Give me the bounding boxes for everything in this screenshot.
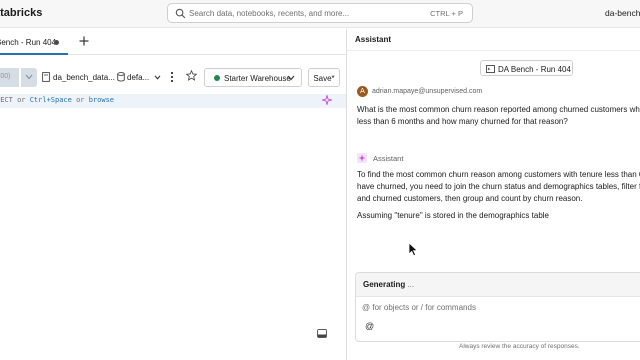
plus-icon: [79, 36, 89, 46]
run-options-button[interactable]: [21, 68, 37, 87]
results-panel-toggle[interactable]: [317, 329, 327, 340]
search-placeholder: Search data, notebooks, recents, and mor…: [189, 9, 350, 18]
tab-label: Bench - Run 404: [0, 38, 57, 47]
assistant-answer: To find the most common churn reason amo…: [357, 170, 640, 203]
chevron-down-icon: [25, 74, 33, 80]
database-icon: [117, 72, 125, 82]
assistant-panel: Assistant DA Bench - Run 404 A adrian.ma…: [347, 29, 640, 360]
catalog-label: da_bench_data...: [53, 73, 115, 82]
run-button[interactable]: (00): [0, 68, 19, 87]
editor-hint: LECT or Ctrl+Space or browse: [0, 96, 114, 104]
hint-shortcut: Ctrl+Space: [29, 96, 72, 104]
unsaved-dot-icon: [54, 40, 59, 45]
warehouse-status-icon: [214, 75, 220, 81]
kebab-icon: [170, 71, 174, 83]
assistant-name: Assistant: [373, 154, 404, 163]
avatar: A: [357, 86, 368, 97]
assistant-composer: Generating ... @: [355, 272, 640, 342]
mention-button[interactable]: @: [365, 321, 374, 331]
generating-text: Generating: [363, 280, 406, 289]
assistant-answer-followup: Assuming "tenure" is stored in the demog…: [357, 211, 550, 220]
query-toolbar: (00) da_bench_data... defa... Starter Wa…: [0, 64, 346, 90]
generating-label: Generating ...: [363, 280, 414, 289]
context-chip-label: DA Bench - Run 404: [498, 65, 571, 74]
hint-or: or: [12, 96, 30, 104]
sparkle-icon: [358, 154, 366, 162]
assistant-input[interactable]: [362, 303, 640, 312]
warehouse-label: Starter Warehouse: [224, 74, 291, 83]
schema-selector[interactable]: defa...: [117, 72, 161, 82]
hint-or: or: [71, 96, 89, 104]
context-chip[interactable]: DA Bench - Run 404: [480, 60, 573, 76]
sql-editor[interactable]: LECT or Ctrl+Space or browse: [0, 93, 346, 109]
disclaimer: Always review the accuracy of responses.: [459, 343, 580, 350]
favorite-button[interactable]: [185, 69, 198, 84]
mouse-cursor-icon: [408, 242, 419, 259]
warehouse-selector[interactable]: Starter Warehouse: [204, 68, 302, 87]
assistant-inline-button[interactable]: [320, 93, 334, 109]
sparkle-icon: [320, 93, 334, 107]
catalog-selector[interactable]: da_bench_data...: [42, 72, 115, 82]
generating-dots: ...: [405, 280, 415, 289]
chevron-down-icon: [155, 75, 161, 80]
chevron-down-icon: [287, 75, 295, 81]
brand-logo[interactable]: atabricks: [0, 7, 42, 19]
top-bar: atabricks Search data, notebooks, recent…: [0, 0, 640, 28]
query-tab-strip: Bench - Run 404: [0, 29, 346, 55]
notebook-icon: [42, 72, 50, 82]
search-shortcut: CTRL + P: [430, 9, 463, 18]
divider: [347, 50, 640, 51]
star-icon: [185, 69, 198, 81]
generating-status: Generating ...: [356, 273, 640, 297]
more-options-button[interactable]: [170, 71, 174, 85]
notebook-icon: [486, 65, 495, 73]
save-button[interactable]: Save*: [308, 68, 340, 87]
add-tab-button[interactable]: [79, 35, 89, 48]
schema-label: defa...: [127, 73, 150, 82]
hint-browse-link[interactable]: browse: [89, 96, 114, 104]
assistant-title: Assistant: [355, 35, 392, 44]
assistant-avatar: [357, 153, 367, 163]
user-email: adrian.mapaye@unsupervised.com: [372, 88, 483, 95]
global-search[interactable]: Search data, notebooks, recents, and mor…: [167, 3, 473, 23]
hint-keyword: LECT: [0, 96, 13, 104]
panel-toggle-icon: [317, 329, 327, 338]
tab-query[interactable]: Bench - Run 404: [0, 29, 68, 55]
search-icon: [175, 8, 186, 19]
user-menu[interactable]: da-bench: [605, 8, 640, 18]
user-question: What is the most common churn reason rep…: [357, 105, 640, 126]
